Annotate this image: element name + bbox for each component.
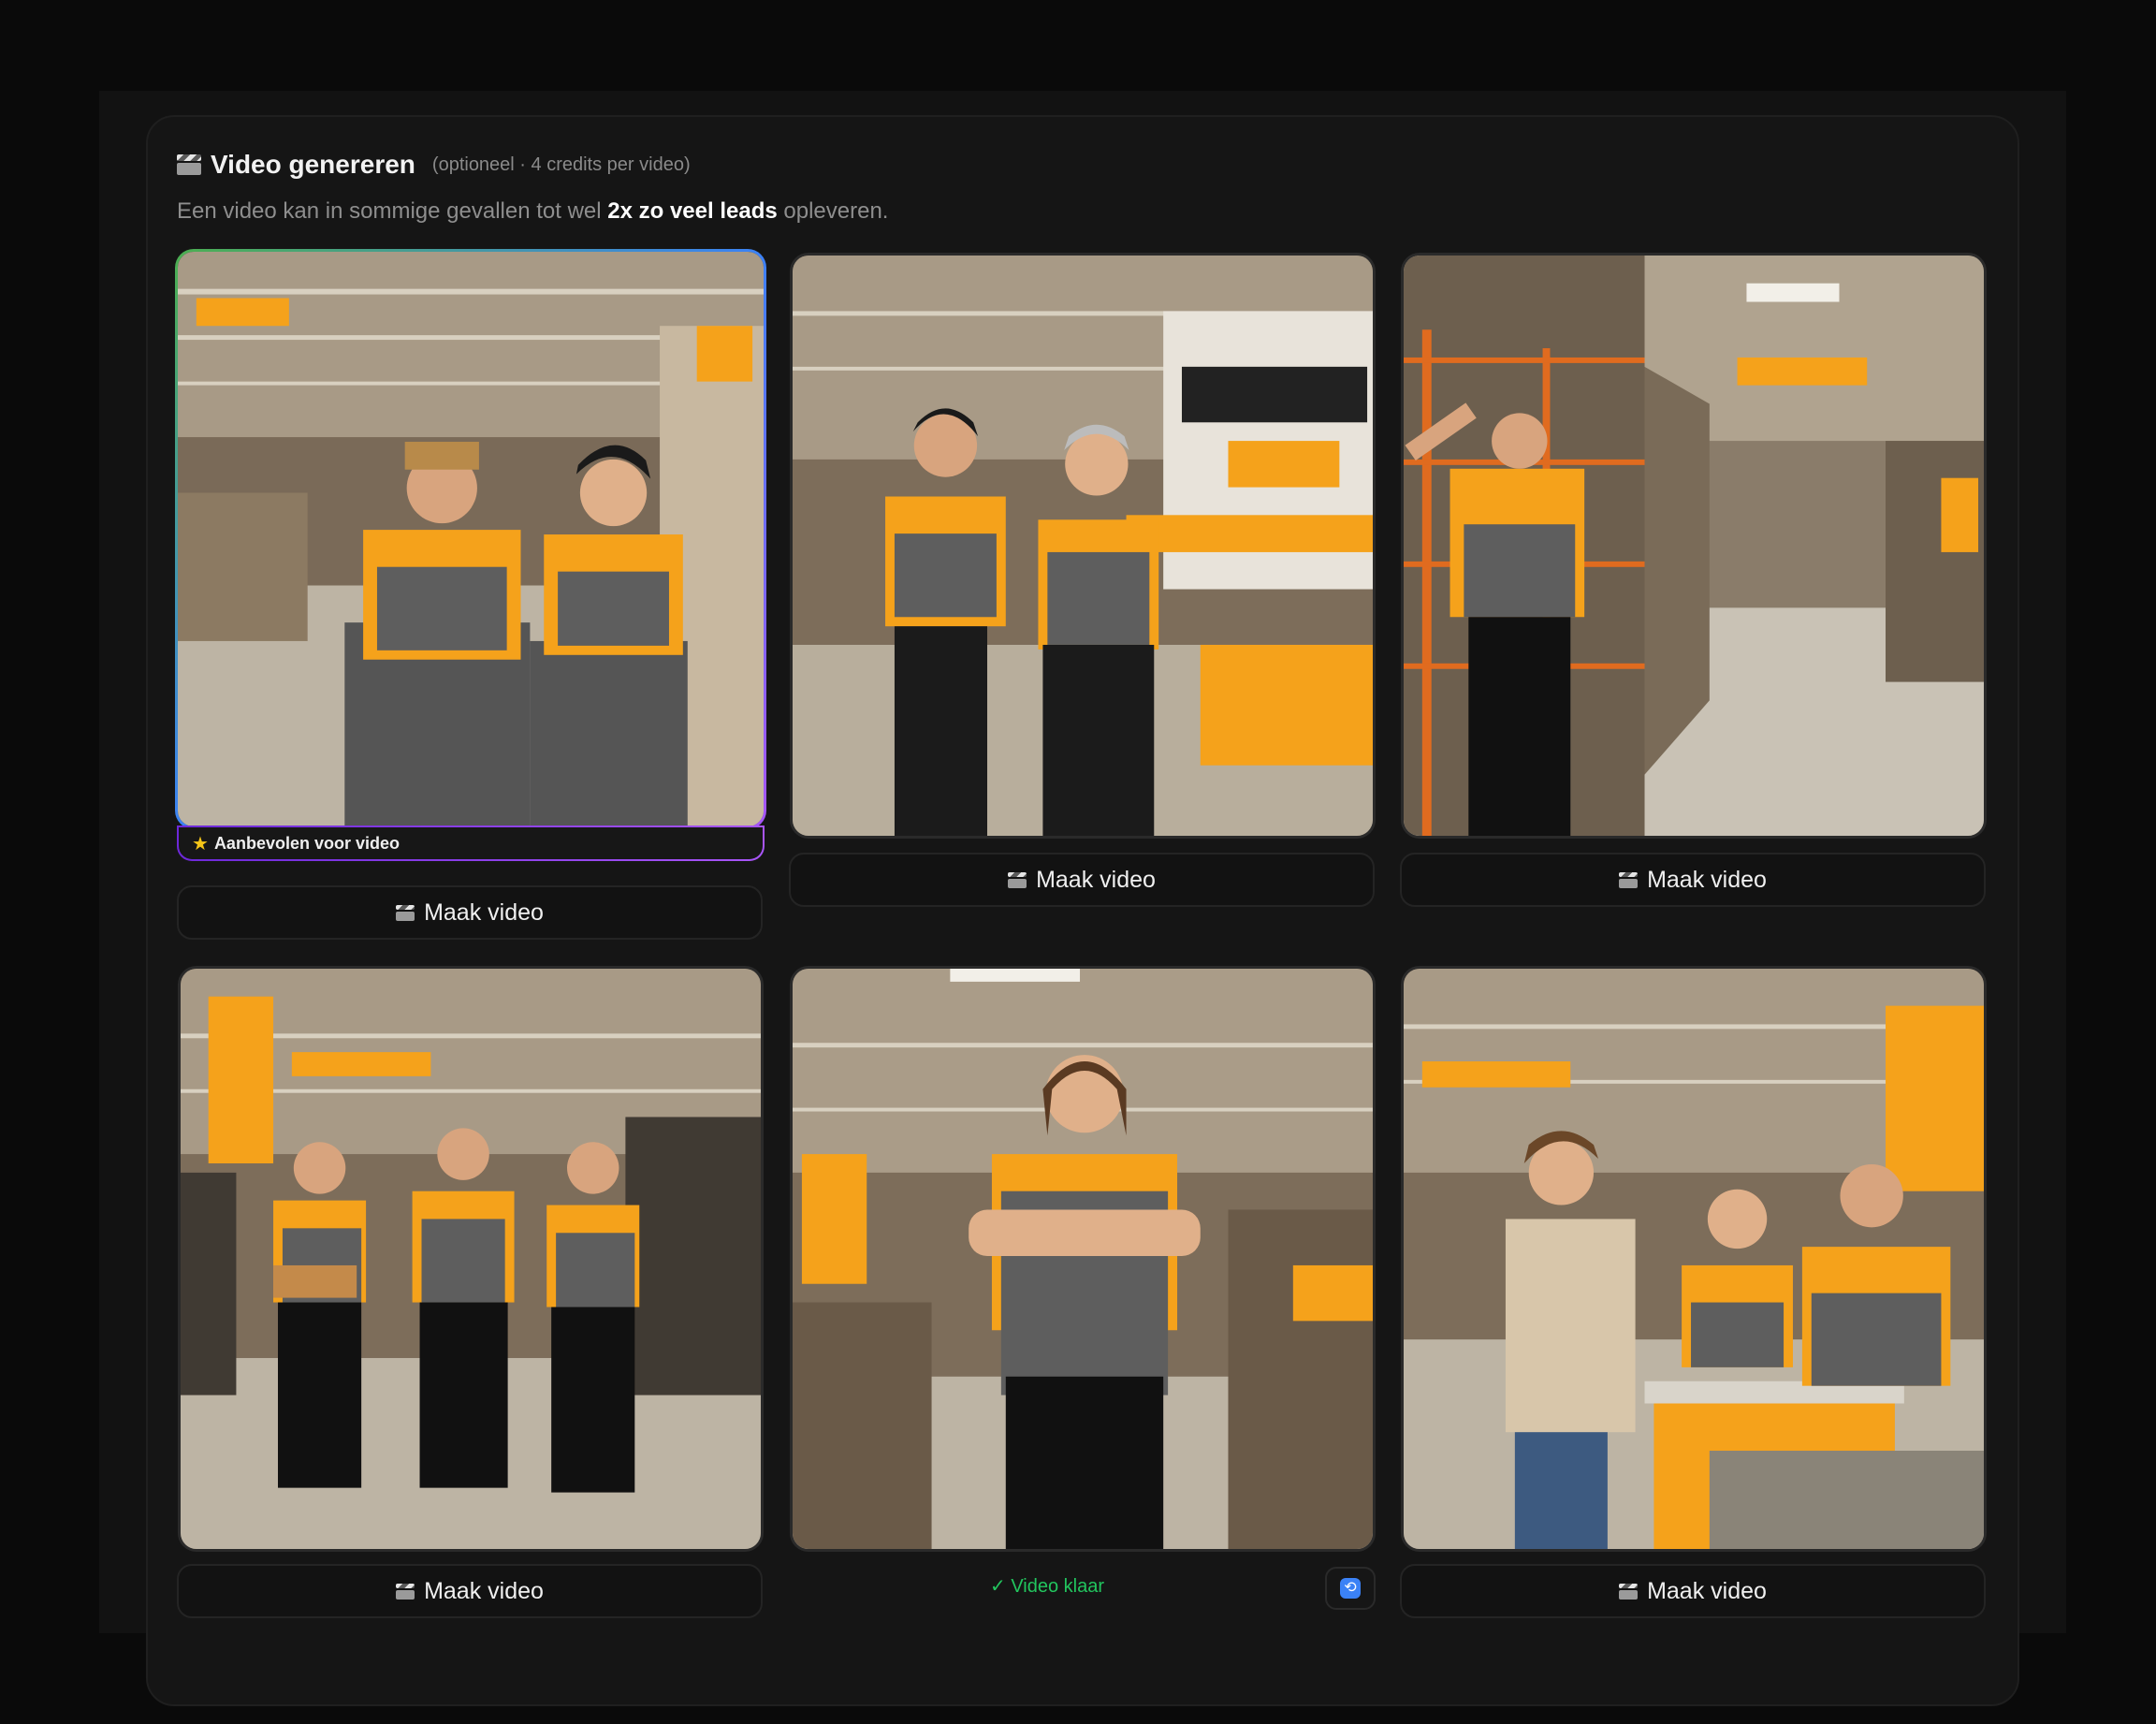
make-video-button-6[interactable]: Maak video (1400, 1564, 1986, 1618)
store-photo (793, 256, 1373, 836)
store-photo (181, 969, 761, 1549)
section-subtitle: Een video kan in sommige gevallen tot we… (177, 198, 888, 225)
clapperboard-icon (1008, 871, 1027, 888)
recommended-badge: ★ Aanbevolen voor video (177, 825, 765, 861)
subtitle-text-end: opleveren. (777, 198, 889, 224)
section-header: Video genereren (optioneel · 4 credits p… (177, 146, 691, 183)
subtitle-highlight: 2x zo veel leads (607, 198, 778, 224)
store-photo (793, 969, 1373, 1549)
star-icon: ★ (192, 833, 209, 855)
button-label: Maak video (424, 1577, 544, 1604)
clapperboard-icon (396, 1583, 415, 1600)
button-label: Maak video (424, 899, 544, 926)
make-video-button-4[interactable]: Maak video (177, 1564, 763, 1618)
refresh-button[interactable]: ⟲ (1325, 1567, 1376, 1610)
image-tile-3[interactable] (1401, 253, 1987, 839)
clapperboard-icon (1619, 871, 1639, 888)
refresh-icon: ⟲ (1340, 1578, 1361, 1599)
store-photo (1404, 256, 1984, 836)
subtitle-text: Een video kan in sommige gevallen tot we… (177, 198, 608, 224)
make-video-button-1[interactable]: Maak video (177, 885, 763, 940)
make-video-button-3[interactable]: Maak video (1400, 853, 1986, 907)
recommended-label: Aanbevolen voor video (213, 833, 400, 853)
button-label: Maak video (1647, 1577, 1767, 1604)
section-title: Video genereren (211, 150, 415, 179)
image-tile-1[interactable] (175, 249, 766, 829)
button-label: Maak video (1647, 866, 1767, 893)
image-tile-4[interactable] (178, 966, 764, 1552)
video-ready-status: ✓ Video klaar (990, 1576, 1105, 1597)
image-tile-5[interactable] (790, 966, 1376, 1552)
credits-note: (optioneel · 4 credits per video) (431, 153, 691, 175)
clapperboard-icon (1619, 1583, 1639, 1600)
button-label: Maak video (1036, 866, 1156, 893)
clapperboard-icon (396, 904, 415, 921)
store-photo (178, 252, 764, 826)
make-video-button-2[interactable]: Maak video (789, 853, 1375, 907)
image-tile-6[interactable] (1401, 966, 1987, 1552)
image-tile-2[interactable] (790, 253, 1376, 839)
store-photo (1404, 969, 1984, 1549)
clapperboard-icon (177, 154, 201, 175)
